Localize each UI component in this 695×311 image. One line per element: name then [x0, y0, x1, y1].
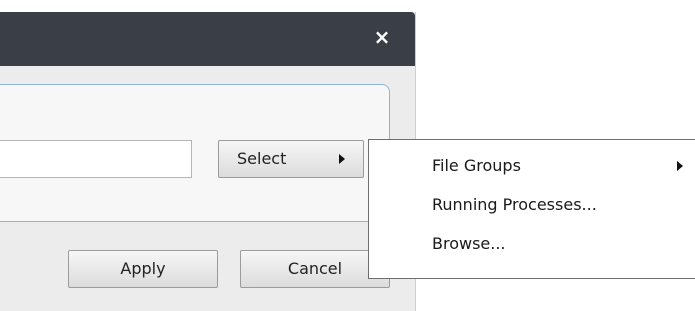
apply-button[interactable]: Apply: [68, 250, 218, 288]
submenu-arrow-icon: [677, 161, 683, 171]
close-icon[interactable]: ×: [371, 26, 393, 48]
select-button-label: Select: [237, 149, 287, 168]
screen: × Select Apply Cancel File Groups Runnin…: [0, 0, 695, 311]
select-popup-menu: File Groups Running Processes... Browse.…: [368, 139, 695, 279]
path-input[interactable]: [0, 140, 192, 178]
menu-item-browse[interactable]: Browse...: [369, 225, 695, 263]
menu-item-label: Browse...: [432, 234, 506, 253]
dialog-window: × Select Apply Cancel: [0, 12, 416, 311]
chevron-right-icon: [339, 154, 345, 164]
menu-item-label: Running Processes...: [432, 195, 597, 214]
select-button[interactable]: Select: [218, 140, 364, 178]
menu-item-file-groups[interactable]: File Groups: [369, 147, 695, 185]
menu-item-running-processes[interactable]: Running Processes...: [369, 186, 695, 224]
dialog-titlebar: ×: [0, 12, 415, 66]
menu-item-label: File Groups: [432, 156, 521, 175]
